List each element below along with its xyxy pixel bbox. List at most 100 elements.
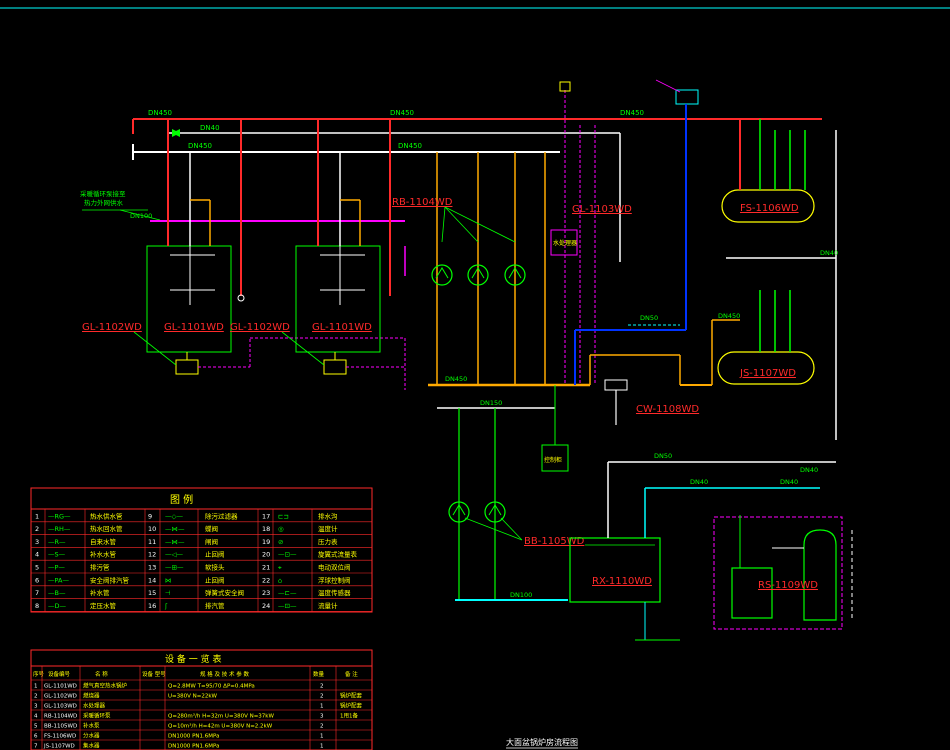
legend-cell: 弹簧式安全阀 (205, 588, 244, 597)
tag-rs1109: RS-1109WD (758, 580, 818, 591)
collector-js: DN450 JS-1107WD (680, 290, 815, 386)
pipe-label: DN450 (620, 109, 644, 117)
pipe-label: DN450 (188, 142, 212, 150)
legend-cell: 14 (148, 576, 156, 584)
legend-cell: 18 (262, 525, 270, 533)
legend-cell: 自来水管 (90, 537, 117, 546)
tag-gl1103: GL-1103WD (572, 204, 632, 215)
legend-cell: 电动双位阀 (318, 563, 351, 572)
legend-cell: 排污管 (90, 563, 110, 572)
legend-cell: 21 (262, 564, 270, 572)
legend-cell: —S— (48, 551, 66, 559)
legend-cell: —⊡— (278, 602, 297, 610)
tag-gl1102-b: GL-1102WD (230, 322, 290, 333)
legend-cell: —⊞— (165, 564, 184, 572)
legend-cell: —◁— (165, 551, 183, 559)
tag-gl1101-a: GL-1101WD (164, 322, 224, 333)
legend-cell: ◎ (278, 525, 284, 533)
equipment-cell: 2 (320, 724, 324, 730)
legend-rows: 1 —RG— 热水供水管 9 —◇— 除污过滤器 17 ⊏⊐ 排水沟 2 —RH— 热水回水管 10 —⋈… (30, 509, 373, 612)
equipment-cell: 1用1备 (340, 712, 358, 720)
note-left: 采暖循环泵接至 热力外网供水 DN100 (80, 189, 161, 221)
legend-cell: —◇— (165, 512, 183, 520)
legend-cell: 4 (35, 551, 39, 559)
softener-rs: RS-1109WD (713, 515, 853, 630)
tag-gl1101-b: GL-1101WD (312, 322, 372, 333)
legend-cell: —⋈— (165, 538, 185, 546)
legend-cell: 15 (148, 589, 156, 597)
box-control-cabinet: 控制柜 (544, 456, 562, 464)
equipment-cell: 补水泵 (83, 722, 100, 730)
equipment-cell: RB-1104WD (44, 714, 77, 720)
legend-cell: —⊡— (278, 551, 297, 559)
legend-cell: 17 (262, 512, 270, 520)
legend-cell: 温度传感器 (318, 588, 351, 597)
legend-cell: 热水供水管 (90, 511, 123, 520)
legend-cell: —RG— (48, 512, 71, 520)
equipment-cell: 水处理器 (83, 702, 106, 710)
equipment-header-cell: 名 称 (95, 670, 108, 678)
pipe-label: DN40 (690, 478, 708, 486)
equipment-cell: U=380V N=22kW (168, 694, 218, 700)
legend-cell: 23 (262, 589, 270, 597)
note-line-1: 采暖循环泵接至 (80, 189, 126, 198)
equipment-cell: Q=280m³/h H=32m U=380V N=37kW (168, 713, 274, 720)
tag-rx1110: RX-1110WD (592, 576, 652, 587)
equipment-cell: 锅炉配套 (340, 702, 363, 710)
equipment-header-cell: 设备编号 (48, 670, 71, 678)
pipe-label: DN100 (130, 212, 152, 220)
legend-cell: 11 (148, 538, 156, 546)
equipment-header-cell: 数量 (313, 670, 325, 678)
box-water-treatment: 水处理器 (553, 239, 577, 247)
equipment-cell: GL-1101WD (44, 684, 77, 690)
legend-cell: 10 (148, 525, 156, 533)
legend-cell: 排汽管 (205, 601, 225, 610)
equipment-table-title: 设 备 一 览 表 (165, 653, 221, 665)
legend-cell: 排水沟 (318, 511, 338, 520)
equipment-header-cell: 设备 型号 (142, 670, 166, 678)
legend-cell: ʃ (164, 602, 168, 610)
equipment-cell: JS-1107WD (43, 744, 75, 750)
equipment-cell: 锅炉配套 (340, 692, 363, 700)
legend-cell: ⌖ (278, 564, 282, 572)
equipment-cell: 采暖循环泵 (83, 712, 111, 720)
make-up-pumps: DN150 DN100 BB-1105WD (437, 385, 585, 601)
legend-cell: 止回阀 (205, 575, 225, 584)
pipe-label: DN40 (780, 478, 798, 486)
legend-cell: 安全阀排汽管 (90, 575, 130, 584)
pipe-label: DN50 (640, 314, 658, 322)
equipment-cell: 2 (34, 694, 38, 700)
pipe-label: DN450 (398, 142, 422, 150)
equipment-cell: 1 (320, 744, 324, 750)
tag-cw1108: CW-1108WD (636, 404, 699, 415)
equipment-cell: 1 (320, 734, 324, 740)
legend-title: 图 例 (170, 493, 193, 506)
legend-cell: 除污过滤器 (205, 511, 238, 520)
legend-cell: —⊏— (278, 589, 297, 597)
equipment-cell: FS-1106WD (44, 734, 76, 740)
expansion-tank (574, 79, 699, 385)
legend-cell: ⋈ (165, 576, 172, 584)
equipment-cell: 燃气真空热水锅炉 (83, 682, 128, 690)
boiler-flow-diagram: DN450 DN450 DN450 DN450 DN450 DN40 采暖循环泵… (0, 7, 950, 750)
pipe-label: DN40 (820, 249, 838, 257)
pipe-label: DN40 (800, 466, 818, 474)
equipment-cell: GL-1103WD (44, 704, 77, 710)
equipment-cell: 3 (34, 704, 38, 710)
equipment-cell: 2 (320, 684, 324, 690)
pipe-label: DN50 (654, 452, 672, 460)
pipe-label: DN100 (510, 591, 532, 599)
equipment-rows: 序号 设备编号 名 称 设备 型号 规 格 及 技 术 参 数 数量 备 注 1 GL-1101… (30, 666, 373, 750)
legend-cell: 旋翼式流量表 (318, 550, 358, 559)
equipment-cell: 1 (320, 704, 324, 710)
legend-cell: 20 (262, 551, 270, 559)
legend-cell: —⋈— (165, 525, 185, 533)
equipment-cell: 5 (34, 724, 38, 730)
legend-cell: —R— (48, 538, 66, 546)
pipe-label: DN450 (445, 375, 467, 383)
equipment-cell: 3 (320, 714, 324, 720)
equipment-cell: 分水器 (83, 732, 100, 740)
pipe-label: DN450 (390, 109, 414, 117)
legend-cell: 补水管 (90, 588, 110, 597)
return-header: DN450 DN450 (132, 142, 560, 160)
